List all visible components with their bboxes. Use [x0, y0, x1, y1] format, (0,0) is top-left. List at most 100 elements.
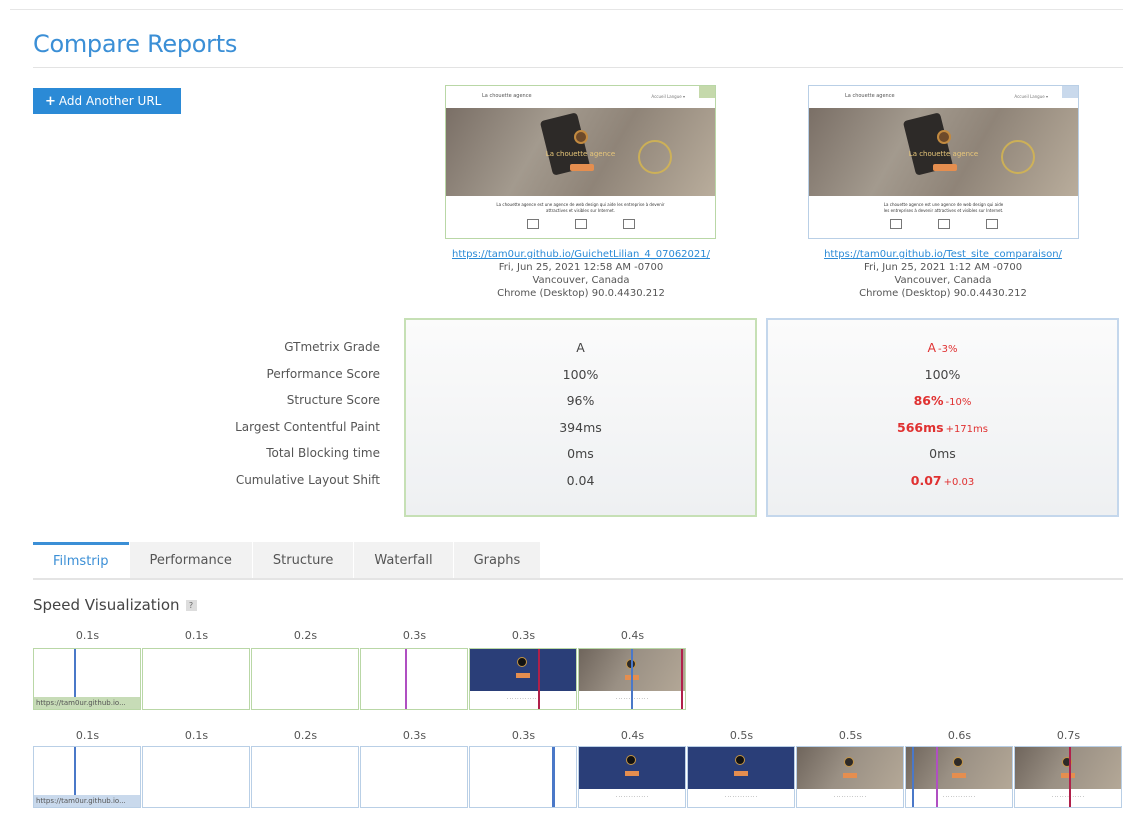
report-1-performance: 100% — [562, 366, 599, 382]
pencil-icon — [985, 219, 998, 229]
report-1-metrics: A 100% 96% 394ms 0ms 0.04 — [404, 318, 757, 517]
frame-time: 0.3s — [402, 729, 427, 742]
report-2-grade-row: A -3% — [768, 340, 1117, 367]
filmstrip-url-label: https://tam0ur.github.io... — [34, 795, 140, 807]
frame-screenshot-text: · · · · · · · · · · · · · — [834, 794, 866, 799]
filmstrip-frame[interactable] — [360, 648, 468, 710]
title-divider — [33, 67, 1123, 68]
filmstrip-frame[interactable]: · · · · · · · · · · · · · — [1014, 746, 1122, 808]
metric-labels: GTmetrix Grade Performance Score Structu… — [180, 340, 380, 499]
thumb-body-line: attractives et visibles sur Internet. — [546, 208, 615, 213]
filmstrip-1-times: 0.1s 0.1s 0.2s 0.3s 0.3s 0.4s — [33, 629, 687, 642]
report-2-browser: Chrome (Desktop) 90.0.4430.212 — [859, 288, 1027, 299]
metric-label-cls: Cumulative Layout Shift — [235, 472, 380, 487]
frame-time: 0.4s — [620, 729, 645, 742]
tab-performance[interactable]: Performance — [129, 542, 252, 579]
frame-time: 0.1s — [75, 729, 100, 742]
report-2-structure-row: 86% -10% — [768, 393, 1117, 420]
frame-time: 0.6s — [947, 729, 972, 742]
metric-label-grade: GTmetrix Grade — [284, 340, 380, 354]
filmstrip-1: https://tam0ur.github.io... · · · · · · … — [33, 648, 687, 710]
frame-screenshot-text: · · · · · · · · · · · · · — [1052, 794, 1084, 799]
plus-icon: + — [45, 94, 56, 109]
filmstrip-frame[interactable] — [142, 746, 250, 808]
metric-label-tbt: Total Blocking time — [266, 446, 380, 460]
filmstrip-frame[interactable] — [251, 746, 359, 808]
pencil-icon — [622, 219, 635, 229]
tab-divider — [33, 578, 1123, 580]
frame-time: 0.4s — [620, 629, 645, 642]
speed-visualization-heading: Speed Visualization? — [33, 596, 197, 614]
lcp-marker — [936, 747, 938, 807]
report-2-location: Vancouver, Canada — [894, 275, 992, 286]
report-2-cls-row: 0.07 +0.03 — [768, 473, 1117, 500]
thumb-header: La chouette agence Accueil Langue ▾ — [446, 86, 715, 108]
frame-screenshot-text: · · · · · · · · · · · · · — [507, 696, 539, 701]
thumb-hero-text: La chouette agence — [545, 150, 616, 158]
add-url-label: Add Another URL — [58, 94, 162, 108]
thumb-icons — [809, 219, 1078, 229]
onload-marker — [1069, 747, 1071, 807]
report-1-url-link[interactable]: https://tam0ur.github.io/GuichetLilian_4… — [452, 249, 710, 260]
report-2-url-link[interactable]: https://tam0ur.github.io/Test_site_compa… — [824, 249, 1062, 260]
filmstrip-frame[interactable] — [251, 648, 359, 710]
tab-graphs[interactable]: Graphs — [453, 542, 541, 579]
thumb-logo: La chouette agence — [482, 93, 532, 99]
frame-screenshot — [797, 747, 903, 789]
add-another-url-button[interactable]: + Add Another URL — [33, 88, 181, 114]
report-1-structure: 96% — [566, 393, 595, 408]
frame-time: 0.5s — [838, 729, 863, 742]
tab-filmstrip[interactable]: Filmstrip — [33, 542, 129, 579]
filmstrip-frame[interactable]: · · · · · · · · · · · · · — [687, 746, 795, 808]
thumb-hero-text: La chouette agence — [908, 150, 979, 158]
frame-time: 0.2s — [293, 729, 318, 742]
filmstrip-frame[interactable] — [142, 648, 250, 710]
layout-icon — [889, 219, 902, 229]
filmstrip-frame[interactable]: · · · · · · · · · · · · · — [578, 746, 686, 808]
frame-time: 0.1s — [184, 629, 209, 642]
frame-time: 0.7s — [1056, 729, 1081, 742]
filmstrip-frame[interactable]: · · · · · · · · · · · · · — [578, 648, 686, 710]
thumb-hero-image: La chouette agence — [446, 108, 715, 196]
thumb-body-line: les entreprises à devenir attractives et… — [883, 208, 1004, 213]
report-1-screenshot[interactable]: La chouette agence Accueil Langue ▾ La c… — [445, 85, 716, 239]
report-2-grade: A — [927, 340, 937, 355]
filmstrip-frame[interactable] — [469, 746, 577, 808]
metric-label-lcp: Largest Contentful Paint — [235, 419, 380, 434]
report-1-date: Fri, Jun 25, 2021 12:58 AM -0700 — [498, 262, 664, 273]
frame-time: 0.5s — [729, 729, 754, 742]
thumb-nav: Accueil Langue ▾ — [1014, 94, 1048, 99]
help-icon[interactable]: ? — [185, 600, 197, 611]
frame-time: 0.3s — [402, 629, 427, 642]
filmstrip-frame[interactable]: https://tam0ur.github.io... — [33, 746, 141, 808]
menu-icon — [1062, 86, 1078, 98]
chart-icon — [937, 219, 950, 229]
frame-screenshot — [1015, 747, 1121, 789]
onload-marker — [681, 649, 683, 709]
report-2-lcp: 566ms — [897, 419, 944, 435]
report-2-cls: 0.07 — [910, 472, 942, 488]
metric-label-structure: Structure Score — [286, 393, 380, 407]
metric-label-performance: Performance Score — [266, 366, 380, 381]
lcp-marker — [552, 747, 555, 807]
report-2-screenshot[interactable]: La chouette agence Accueil Langue ▾ La c… — [808, 85, 1079, 239]
report-1-location: Vancouver, Canada — [532, 275, 630, 286]
filmstrip-frame[interactable]: · · · · · · · · · · · · · — [796, 746, 904, 808]
onload-marker — [538, 649, 540, 709]
filmstrip-frame[interactable] — [360, 746, 468, 808]
report-2-structure: 86% — [913, 393, 944, 408]
report-2-cls-delta: +0.03 — [943, 476, 975, 488]
thumb-hero-image: La chouette agence — [809, 108, 1078, 196]
frame-screenshot-text: · · · · · · · · · · · · · — [725, 794, 757, 799]
fully-loaded-marker — [631, 649, 633, 709]
filmstrip-frame[interactable]: https://tam0ur.github.io... — [33, 648, 141, 710]
thumb-header: La chouette agence Accueil Langue ▾ — [809, 86, 1078, 108]
tab-structure[interactable]: Structure — [252, 542, 354, 579]
filmstrip-frame[interactable]: · · · · · · · · · · · · · — [469, 648, 577, 710]
tab-waterfall[interactable]: Waterfall — [354, 542, 453, 579]
chart-icon — [574, 219, 587, 229]
report-1-grade: A — [576, 340, 585, 355]
frame-time: 0.3s — [511, 729, 536, 742]
report-1-lcp: 394ms — [559, 419, 602, 435]
filmstrip-frame[interactable]: · · · · · · · · · · · · · — [905, 746, 1013, 808]
